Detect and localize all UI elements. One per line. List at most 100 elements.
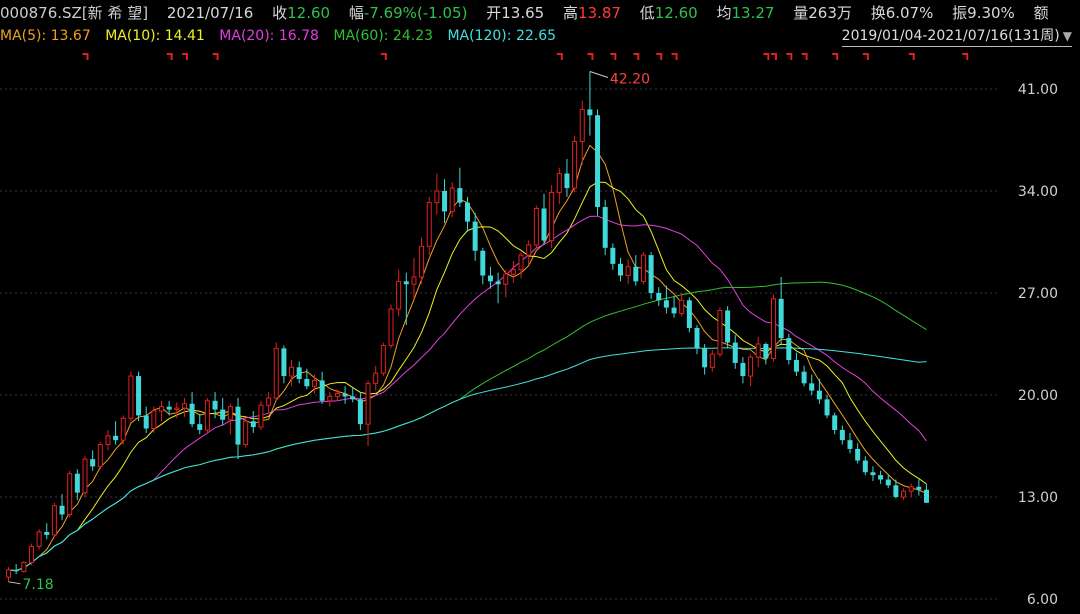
min-pointer (8, 581, 21, 585)
candle-up (556, 173, 562, 193)
candle-up (105, 435, 111, 446)
candle-up (380, 344, 386, 374)
signal-flag (801, 53, 808, 60)
candle-down (870, 472, 876, 476)
candle-down (143, 415, 149, 429)
candle-down (457, 188, 463, 203)
candle-down (350, 396, 356, 400)
candle-down (786, 338, 792, 361)
signal-flag (556, 53, 563, 60)
candle-up (709, 353, 715, 368)
signal-flag (771, 53, 777, 60)
candle-up (640, 254, 646, 282)
candle-down (442, 191, 448, 212)
candle-down (801, 371, 807, 384)
signal-flag (181, 53, 188, 60)
candle-down (197, 424, 203, 430)
candle-down (763, 344, 769, 359)
candle-down (136, 376, 142, 416)
signal-flag (671, 53, 678, 60)
candle-up (243, 420, 249, 446)
candle-down (319, 380, 325, 401)
candle-up (21, 562, 27, 572)
candle-down (564, 173, 570, 189)
candle-up (28, 546, 34, 564)
candle-down (113, 435, 119, 441)
signal-flag (832, 53, 839, 60)
candle-down (281, 348, 287, 377)
candle-up (51, 505, 57, 536)
candle-down (90, 459, 96, 467)
ma10-line (8, 181, 927, 572)
candle-up (503, 273, 509, 285)
candle-up (6, 569, 11, 578)
candle-down (855, 448, 861, 461)
signal-flag (656, 53, 663, 60)
candle-up (327, 395, 333, 402)
candle-down (495, 281, 501, 285)
candle-up (36, 531, 42, 548)
candlestick-chart[interactable]: 41.00 34.00 27.00 20.00 13.00 6.00 42.20 7.18 (0, 0, 1080, 614)
candle-down (487, 275, 493, 282)
candle-up (82, 458, 88, 494)
candle-up (434, 190, 440, 204)
candle-down (885, 479, 891, 486)
candle-up (625, 266, 631, 277)
y-tick-label: 20.00 (1018, 388, 1058, 404)
candle-up (174, 407, 180, 411)
candle-up (510, 269, 516, 275)
ma120-line (8, 347, 927, 572)
candle-up (755, 343, 761, 358)
candle-down (166, 406, 172, 410)
candle-up (679, 299, 685, 314)
candle-down (342, 393, 348, 397)
candle-down (357, 399, 363, 425)
candle-down (702, 348, 708, 368)
candle-up (289, 366, 295, 377)
candle-down (44, 531, 50, 535)
candle-down (618, 263, 623, 276)
candle-up (266, 397, 272, 406)
candle-down (824, 399, 830, 416)
candle-down (916, 486, 922, 490)
candle-down (816, 390, 822, 400)
signal-flag (786, 53, 793, 60)
candle-up (151, 410, 157, 430)
annotations: 42.20 7.18 (8, 71, 650, 593)
candle-down (740, 362, 746, 377)
candle-down (656, 293, 662, 301)
signal-flag (763, 53, 770, 60)
candle-down (694, 327, 700, 349)
y-tick-label: 34.00 (1018, 184, 1058, 200)
candle-down (480, 250, 486, 276)
candle-up (159, 406, 164, 412)
signal-flag (166, 53, 173, 60)
candle-down (602, 207, 608, 248)
candle-down (220, 409, 226, 420)
y-axis-labels: 41.00 34.00 27.00 20.00 13.00 6.00 (1018, 82, 1058, 608)
candle-down (304, 378, 310, 387)
candle-up (426, 202, 432, 247)
candle-down (633, 266, 639, 282)
candle-up (388, 308, 394, 346)
candle-down (725, 310, 731, 343)
y-tick-label: 41.00 (1018, 82, 1058, 98)
candle-down (235, 406, 241, 445)
candle-up (518, 254, 524, 271)
candle-up (204, 400, 210, 431)
max-pointer (589, 71, 609, 78)
candle-up (227, 406, 233, 421)
candle-up (312, 379, 317, 387)
candle-down (189, 403, 195, 425)
candle-up (572, 140, 578, 189)
signal-flag (862, 53, 869, 60)
candle-down (610, 247, 616, 264)
candle-down (541, 208, 547, 241)
candle-down (862, 460, 868, 473)
candle-up (901, 490, 907, 498)
candle-down (595, 115, 601, 208)
signal-flag (610, 53, 617, 60)
candle-up (717, 309, 723, 355)
candle-down (839, 429, 845, 441)
candle-up (533, 207, 539, 246)
